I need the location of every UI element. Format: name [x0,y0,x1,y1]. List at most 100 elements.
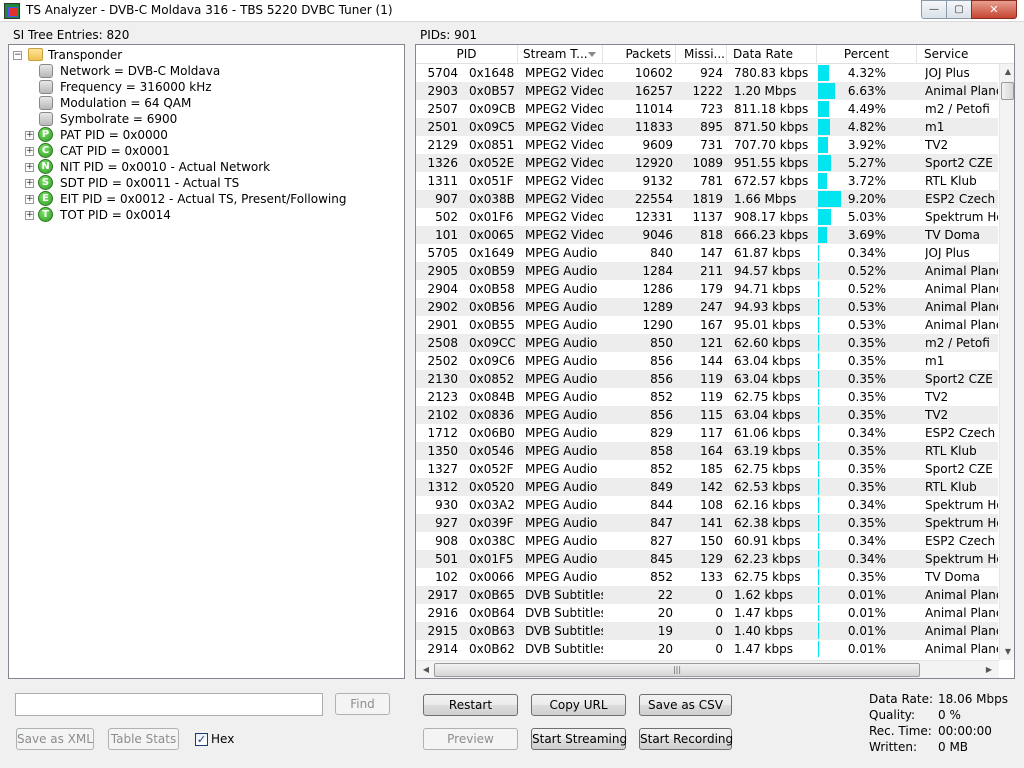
table-row[interactable]: 2502 0x09C6 MPEG Audio 856 144 63.04 kbps 0.35… [416,352,998,370]
expand-icon[interactable]: + [25,147,34,156]
expand-icon[interactable]: + [25,179,34,188]
table-row[interactable]: 2903 0x0B57 MPEG2 Video 16257 1222 1.20 Mbps 6… [416,82,998,100]
table-row[interactable]: 502 0x01F6 MPEG2 Video 12331 1137 908.17 kbps… [416,208,998,226]
service-cell: Sport2 CZE [925,372,993,386]
missing-cell: 731 [700,138,723,152]
restart-button[interactable]: Restart [423,694,518,716]
column-header-packets[interactable]: Packets [603,45,676,64]
pid-decimal-cell: 2914 [427,642,458,656]
table-row[interactable]: 2902 0x0B56 MPEG Audio 1289 247 94.93 kbps 0.5… [416,298,998,316]
stream-type-cell: MPEG Audio [525,264,598,278]
table-row[interactable]: 1712 0x06B0 MPEG Audio 829 117 61.06 kbps 0.34… [416,424,998,442]
table-row[interactable]: 927 0x039F MPEG Audio 847 141 62.38 kbps 0.35%… [416,514,998,532]
table-row[interactable]: 2123 0x084B MPEG Audio 852 119 62.75 kbps 0.35… [416,388,998,406]
save-as-csv-button[interactable]: Save as CSV [639,694,732,716]
table-row[interactable]: 2905 0x0B59 MPEG Audio 1284 211 94.57 kbps 0.5… [416,262,998,280]
table-row[interactable]: 5705 0x1649 MPEG Audio 840 147 61.87 kbps 0.34… [416,244,998,262]
table-row[interactable]: 2901 0x0B55 MPEG Audio 1290 167 95.01 kbps 0.5… [416,316,998,334]
column-header-percent[interactable]: Percent [817,45,917,64]
data-rate-cell: 94.71 kbps [734,282,801,296]
table-row[interactable]: 1327 0x052F MPEG Audio 852 185 62.75 kbps 0.35… [416,460,998,478]
horizontal-scrollbar[interactable]: ◀ ||| ▶ [416,660,999,678]
stream-type-cell: MPEG2 Video [525,66,603,80]
preview-button[interactable]: Preview [423,728,518,750]
packets-cell: 849 [650,480,673,494]
table-stats-button[interactable]: Table Stats [108,728,179,750]
missing-cell: 1089 [692,156,723,170]
table-row[interactable]: 5704 0x1648 MPEG2 Video 10602 924 780.83 kbps… [416,64,998,82]
table-row[interactable]: 930 0x03A2 MPEG Audio 844 108 62.16 kbps 0.34%… [416,496,998,514]
packets-cell: 1286 [642,282,673,296]
service-cell: Animal Planet [925,642,998,656]
copy-url-button[interactable]: Copy URL [531,694,626,716]
column-header-stream-type[interactable]: Stream T... [518,45,603,64]
table-row[interactable]: 1326 0x052E MPEG2 Video 12920 1089 951.55 kbp… [416,154,998,172]
pid-hex-cell: 0x03A2 [469,498,515,512]
vertical-scrollbar[interactable]: ▲ ▼ [999,64,1014,660]
column-header-pid[interactable]: PID [416,45,518,64]
data-rate-cell: 63.19 kbps [734,444,801,458]
packets-cell: 10602 [634,66,673,80]
hex-checkbox[interactable]: ✓ [195,733,208,746]
table-row[interactable]: 102 0x0066 MPEG Audio 852 133 62.75 kbps 0.35%… [416,568,998,586]
minimize-button[interactable]: — [921,0,947,19]
vertical-scroll-thumb[interactable] [1001,82,1014,100]
table-row[interactable]: 501 0x01F5 MPEG Audio 845 129 62.23 kbps 0.34%… [416,550,998,568]
table-row[interactable]: 2130 0x0852 MPEG Audio 856 119 63.04 kbps 0.35… [416,370,998,388]
expand-icon[interactable]: + [25,163,34,172]
table-row[interactable]: 907 0x038B MPEG2 Video 22554 1819 1.66 Mbps 9.… [416,190,998,208]
table-row[interactable]: 2507 0x09CB MPEG2 Video 11014 723 811.18 kbps… [416,100,998,118]
expand-icon[interactable]: + [25,195,34,204]
tree-node-label: CAT PID = 0x0001 [60,144,170,158]
table-row[interactable]: 1350 0x0546 MPEG Audio 858 164 63.19 kbps 0.35… [416,442,998,460]
packets-cell: 9132 [642,174,673,188]
table-row[interactable]: 1311 0x051F MPEG2 Video 9132 781 672.57 kbps 3… [416,172,998,190]
table-row[interactable]: 2916 0x0B64 DVB Subtitles 20 0 1.47 kbps 0.01%… [416,604,998,622]
maximize-button[interactable]: ▢ [946,0,972,19]
table-row[interactable]: 2508 0x09CC MPEG Audio 850 121 62.60 kbps 0.35… [416,334,998,352]
table-row[interactable]: 2904 0x0B58 MPEG Audio 1286 179 94.71 kbps 0.5… [416,280,998,298]
missing-cell: 185 [700,462,723,476]
column-header-missing[interactable]: Missi... [676,45,727,64]
table-row[interactable]: 2915 0x0B63 DVB Subtitles 19 0 1.40 kbps 0.01%… [416,622,998,640]
expand-icon[interactable]: + [25,131,34,140]
pid-decimal-cell: 1350 [427,444,458,458]
save-as-xml-button[interactable]: Save as XML [16,728,94,750]
table-row[interactable]: 2917 0x0B65 DVB Subtitles 22 0 1.62 kbps 0.01%… [416,586,998,604]
table-row[interactable]: 2129 0x0851 MPEG2 Video 9609 731 707.70 kbps 3… [416,136,998,154]
find-button[interactable]: Find [335,693,390,715]
pid-decimal-cell: 1326 [427,156,458,170]
pid-hex-cell: 0x09CB [469,102,516,116]
table-row[interactable]: 2501 0x09C5 MPEG2 Video 11833 895 871.50 kbps… [416,118,998,136]
column-header-data-rate[interactable]: Data Rate [727,45,817,64]
table-row[interactable]: 101 0x0065 MPEG2 Video 9046 818 666.23 kbps 3.… [416,226,998,244]
percent-cell: 0.35% [847,462,886,476]
pid-hex-cell: 0x0065 [469,228,515,242]
search-input[interactable] [15,693,323,716]
expand-icon[interactable]: + [25,211,34,220]
scroll-right-icon[interactable]: ▶ [981,663,997,677]
si-tree[interactable]: − Transponder Network = DVB-C Moldava Frequ… [8,44,405,679]
start-streaming-button[interactable]: Start Streaming [531,728,627,750]
scroll-left-icon[interactable]: ◀ [418,663,434,677]
pid-decimal-cell: 501 [435,552,458,566]
percent-cell: 4.32% [847,66,886,80]
stream-type-cell: MPEG2 Video [525,102,603,116]
table-row[interactable]: 2914 0x0B62 DVB Subtitles 20 0 1.47 kbps 0.01%… [416,640,998,658]
stream-type-cell: MPEG Audio [525,534,598,548]
scroll-up-icon[interactable]: ▲ [1000,64,1014,80]
scroll-down-icon[interactable]: ▼ [1000,644,1014,660]
table-row[interactable]: 908 0x038C MPEG Audio 827 150 60.91 kbps 0.34%… [416,532,998,550]
table-row[interactable]: 2102 0x0836 MPEG Audio 856 115 63.04 kbps 0.35… [416,406,998,424]
quality-label: Quality: [869,708,916,722]
horizontal-scroll-thumb[interactable]: ||| [434,663,920,677]
packets-cell: 11014 [634,102,673,116]
tree-node-label: SDT PID = 0x0011 - Actual TS [60,176,240,190]
table-row[interactable]: 1312 0x0520 MPEG Audio 849 142 62.53 kbps 0.35… [416,478,998,496]
collapse-icon[interactable]: − [13,51,22,60]
pid-hex-cell: 0x052F [469,462,514,476]
start-recording-button[interactable]: Start Recording [639,728,733,750]
pid-list[interactable]: PID Stream T... Packets Missi... Data Ra… [415,44,1015,679]
column-header-service[interactable]: Service [917,45,999,64]
close-button[interactable]: ✕ [971,0,1017,19]
